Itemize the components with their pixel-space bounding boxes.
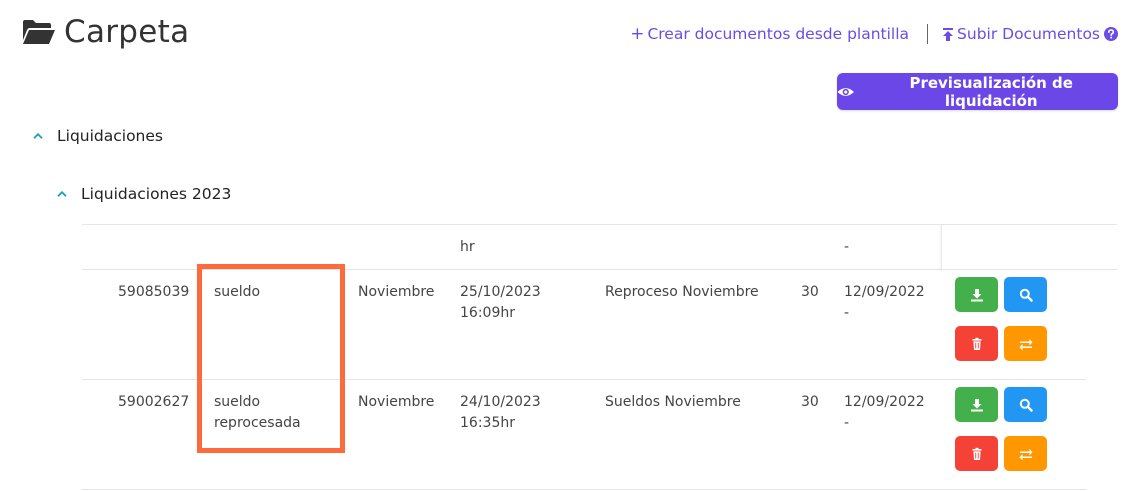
- plus-icon: +: [630, 23, 645, 44]
- cell-id: 59085039: [118, 284, 190, 300]
- cell-description: Sueldos Noviembre: [605, 394, 741, 410]
- chevron-up-icon: [33, 133, 43, 139]
- top-links: + Crear documentos desde plantilla Subir…: [630, 24, 1118, 44]
- folder-open-icon: [23, 20, 55, 44]
- search-icon: [1019, 288, 1033, 302]
- create-from-template-label: Crear documentos desde plantilla: [647, 25, 910, 43]
- trash-icon: [972, 447, 981, 460]
- upload-documents-link[interactable]: Subir Documentos: [942, 25, 1100, 43]
- cell-id: 59002627: [118, 394, 190, 410]
- cell-month: Noviembre: [358, 284, 435, 300]
- download-button[interactable]: [955, 277, 998, 312]
- cell-date: 25/10/2023: [460, 284, 541, 300]
- cell-date2: 12/09/2022: [844, 284, 925, 300]
- cell-date2-end: -: [844, 415, 850, 431]
- swap-button[interactable]: [1004, 436, 1047, 471]
- cell-type: sueldo: [214, 394, 261, 410]
- upload-icon: [943, 27, 954, 41]
- cell-days: 30: [801, 394, 819, 410]
- link-separator: [927, 24, 929, 44]
- exchange-icon: [1019, 448, 1032, 460]
- cell-description: Reproceso Noviembre: [605, 284, 759, 300]
- table-row: 59085039 sueldo Noviembre 25/10/2023 16:…: [82, 270, 1086, 380]
- question-circle-icon[interactable]: [1104, 27, 1118, 41]
- cell-time: 16:35hr: [460, 415, 515, 431]
- preview-settlement-label: Previsualización de liquidación: [909, 73, 1073, 110]
- cell-date2-end: -: [844, 305, 850, 321]
- tree-node-liquidaciones-2023[interactable]: Liquidaciones 2023: [57, 185, 231, 203]
- cell-type-line2: reprocesada: [214, 415, 301, 431]
- tree-node-label: Liquidaciones: [57, 127, 163, 145]
- actions-column-shadow: [941, 225, 1117, 271]
- view-button[interactable]: [1004, 387, 1047, 422]
- preview-settlement-button[interactable]: Previsualización de liquidación: [837, 73, 1118, 110]
- page-title: Carpeta: [64, 14, 190, 50]
- cell-days: 30: [801, 284, 819, 300]
- cell-time: 16:09hr: [460, 305, 515, 321]
- create-from-template-link[interactable]: + Crear documentos desde plantilla: [630, 25, 909, 43]
- cell-month: Noviembre: [358, 394, 435, 410]
- search-icon: [1019, 398, 1033, 412]
- view-button[interactable]: [1004, 277, 1047, 312]
- page-header: Carpeta: [22, 14, 189, 50]
- delete-button[interactable]: [955, 436, 998, 471]
- cell-type: sueldo: [214, 284, 261, 300]
- upload-documents-label: Subir Documentos: [957, 25, 1100, 43]
- download-button[interactable]: [955, 387, 998, 422]
- exchange-icon: [1019, 338, 1032, 350]
- delete-button[interactable]: [955, 326, 998, 361]
- cell-date2: 12/09/2022: [844, 394, 925, 410]
- table-row-partial: hr -: [82, 224, 1117, 271]
- chevron-up-icon: [57, 191, 67, 197]
- cell-date-end: -: [844, 239, 850, 255]
- download-icon: [970, 398, 983, 411]
- tree-node-liquidaciones[interactable]: Liquidaciones: [33, 127, 163, 145]
- cell-date: 24/10/2023: [460, 394, 541, 410]
- trash-icon: [972, 337, 981, 350]
- download-icon: [970, 288, 983, 301]
- tree-node-label: Liquidaciones 2023: [81, 185, 232, 203]
- swap-button[interactable]: [1004, 326, 1047, 361]
- table-row: 59002627 sueldo reprocesada Noviembre 24…: [82, 380, 1086, 490]
- cell-time: hr: [460, 239, 475, 255]
- eye-icon: [837, 87, 854, 96]
